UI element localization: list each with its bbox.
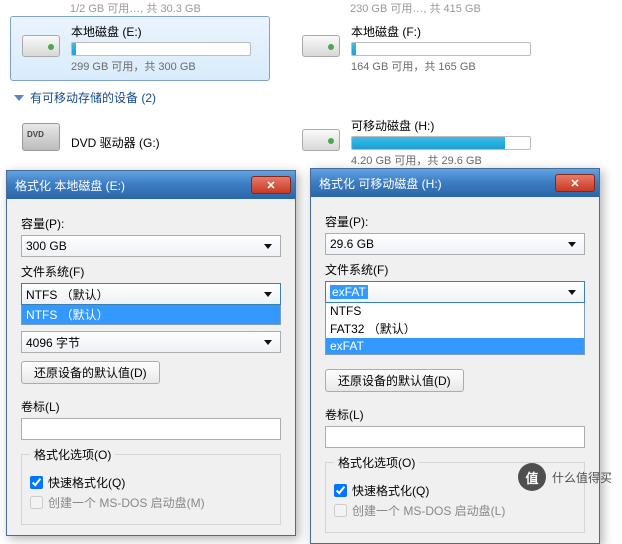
capacity-select[interactable]: 29.6 GB bbox=[325, 233, 585, 255]
filesystem-option[interactable]: FAT32 （默认） bbox=[326, 319, 584, 338]
watermark: 值 什么值得买 bbox=[518, 463, 612, 491]
capacity-value: 300 GB bbox=[26, 239, 67, 253]
quick-format-checkbox[interactable]: 快速格式化(Q) bbox=[30, 474, 272, 491]
filesystem-option[interactable]: NTFS bbox=[326, 303, 584, 319]
restore-defaults-button[interactable]: 还原设备的默认值(D) bbox=[21, 361, 160, 384]
quick-format-input[interactable] bbox=[334, 484, 347, 497]
titlebar[interactable]: 格式化 本地磁盘 (E:) ✕ bbox=[7, 171, 295, 199]
filesystem-label: 文件系统(F) bbox=[325, 261, 585, 278]
close-button[interactable]: ✕ bbox=[251, 176, 291, 194]
volume-label: 卷标(L) bbox=[21, 398, 281, 415]
watermark-text: 什么值得买 bbox=[552, 469, 612, 486]
collapse-icon bbox=[14, 95, 24, 101]
options-legend: 格式化选项(O) bbox=[30, 446, 115, 463]
chevron-down-icon bbox=[564, 234, 580, 254]
section-header-text: 有可移动存储的设备 (2) bbox=[30, 89, 156, 106]
quick-format-label: 快速格式化(Q) bbox=[352, 482, 429, 499]
partial-info: 1/2 GB 可用…, 共 30.3 GB bbox=[70, 3, 201, 15]
filesystem-value: exFAT bbox=[330, 285, 368, 299]
usage-bar bbox=[351, 42, 531, 56]
usage-bar bbox=[351, 136, 531, 150]
msdos-checkbox[interactable]: 创建一个 MS-DOS 启动盘(M) bbox=[30, 494, 272, 511]
filesystem-value: NTFS （默认） bbox=[26, 286, 109, 303]
chevron-down-icon bbox=[564, 282, 580, 302]
hdd-icon bbox=[301, 117, 341, 151]
drive-status: 299 GB 可用，共 300 GB bbox=[71, 58, 259, 74]
quick-format-label: 快速格式化(Q) bbox=[48, 474, 125, 491]
volume-label: 卷标(L) bbox=[325, 406, 585, 423]
capacity-label: 容量(P): bbox=[325, 213, 585, 230]
filesystem-label: 文件系统(F) bbox=[21, 263, 281, 280]
watermark-icon: 值 bbox=[518, 463, 546, 491]
allocation-value: 4096 字节 bbox=[26, 334, 80, 351]
dialog-title: 格式化 本地磁盘 (E:) bbox=[15, 177, 251, 194]
drive-name: 本地磁盘 (F:) bbox=[351, 23, 539, 40]
volume-input[interactable] bbox=[325, 426, 585, 448]
drive-name: 本地磁盘 (E:) bbox=[71, 23, 259, 40]
options-legend: 格式化选项(O) bbox=[334, 454, 419, 471]
chevron-down-icon bbox=[260, 284, 276, 304]
msdos-label: 创建一个 MS-DOS 启动盘(M) bbox=[48, 494, 205, 511]
drive-status: 4.20 GB 可用，共 29.6 GB bbox=[351, 152, 539, 168]
usage-bar bbox=[71, 42, 251, 56]
filesystem-option[interactable]: exFAT bbox=[326, 338, 584, 354]
drive-f[interactable]: 本地磁盘 (F:) 164 GB 可用，共 165 GB bbox=[290, 16, 550, 81]
hdd-icon bbox=[21, 23, 61, 57]
filesystem-option[interactable]: NTFS （默认） bbox=[22, 305, 280, 324]
drive-status: 164 GB 可用，共 165 GB bbox=[351, 58, 539, 74]
drive-name: 可移动磁盘 (H:) bbox=[351, 117, 539, 134]
dvd-icon bbox=[21, 117, 61, 151]
titlebar[interactable]: 格式化 可移动磁盘 (H:) ✕ bbox=[311, 169, 599, 197]
msdos-input bbox=[30, 496, 43, 509]
msdos-label: 创建一个 MS-DOS 启动盘(L) bbox=[352, 502, 505, 519]
filesystem-dropdown: NTFS （默认） bbox=[21, 305, 281, 325]
drive-e[interactable]: 本地磁盘 (E:) 299 GB 可用，共 300 GB bbox=[10, 16, 270, 81]
explorer-area: 1/2 GB 可用…, 共 30.3 GB 230 GB 可用…, 共 415 … bbox=[0, 0, 622, 175]
chevron-down-icon bbox=[260, 236, 276, 256]
format-options-group: 格式化选项(O) 快速格式化(Q) 创建一个 MS-DOS 启动盘(M) bbox=[21, 446, 281, 525]
drive-dvd[interactable]: DVD 驱动器 (G:) bbox=[10, 110, 270, 175]
hdd-icon bbox=[301, 23, 341, 57]
msdos-input bbox=[334, 504, 347, 517]
drive-name: DVD 驱动器 (G:) bbox=[71, 134, 160, 151]
format-dialog-e: 格式化 本地磁盘 (E:) ✕ 容量(P): 300 GB 文件系统(F) NT… bbox=[6, 170, 296, 536]
restore-defaults-button[interactable]: 还原设备的默认值(D) bbox=[325, 369, 464, 392]
close-button[interactable]: ✕ bbox=[555, 174, 595, 192]
filesystem-select[interactable]: NTFS （默认） bbox=[21, 283, 281, 305]
drive-h[interactable]: 可移动磁盘 (H:) 4.20 GB 可用，共 29.6 GB bbox=[290, 110, 550, 175]
filesystem-select[interactable]: exFAT bbox=[325, 281, 585, 303]
dialog-title: 格式化 可移动磁盘 (H:) bbox=[319, 175, 555, 192]
partial-info: 230 GB 可用…, 共 415 GB bbox=[350, 3, 481, 15]
volume-input[interactable] bbox=[21, 418, 281, 440]
section-removable[interactable]: 有可移动存储的设备 (2) bbox=[14, 89, 612, 106]
chevron-down-icon bbox=[260, 332, 276, 352]
allocation-select[interactable]: 4096 字节 bbox=[21, 331, 281, 353]
filesystem-dropdown: NTFS FAT32 （默认） exFAT bbox=[325, 303, 585, 355]
capacity-label: 容量(P): bbox=[21, 215, 281, 232]
quick-format-input[interactable] bbox=[30, 476, 43, 489]
capacity-value: 29.6 GB bbox=[330, 237, 374, 251]
capacity-select[interactable]: 300 GB bbox=[21, 235, 281, 257]
msdos-checkbox[interactable]: 创建一个 MS-DOS 启动盘(L) bbox=[334, 502, 576, 519]
